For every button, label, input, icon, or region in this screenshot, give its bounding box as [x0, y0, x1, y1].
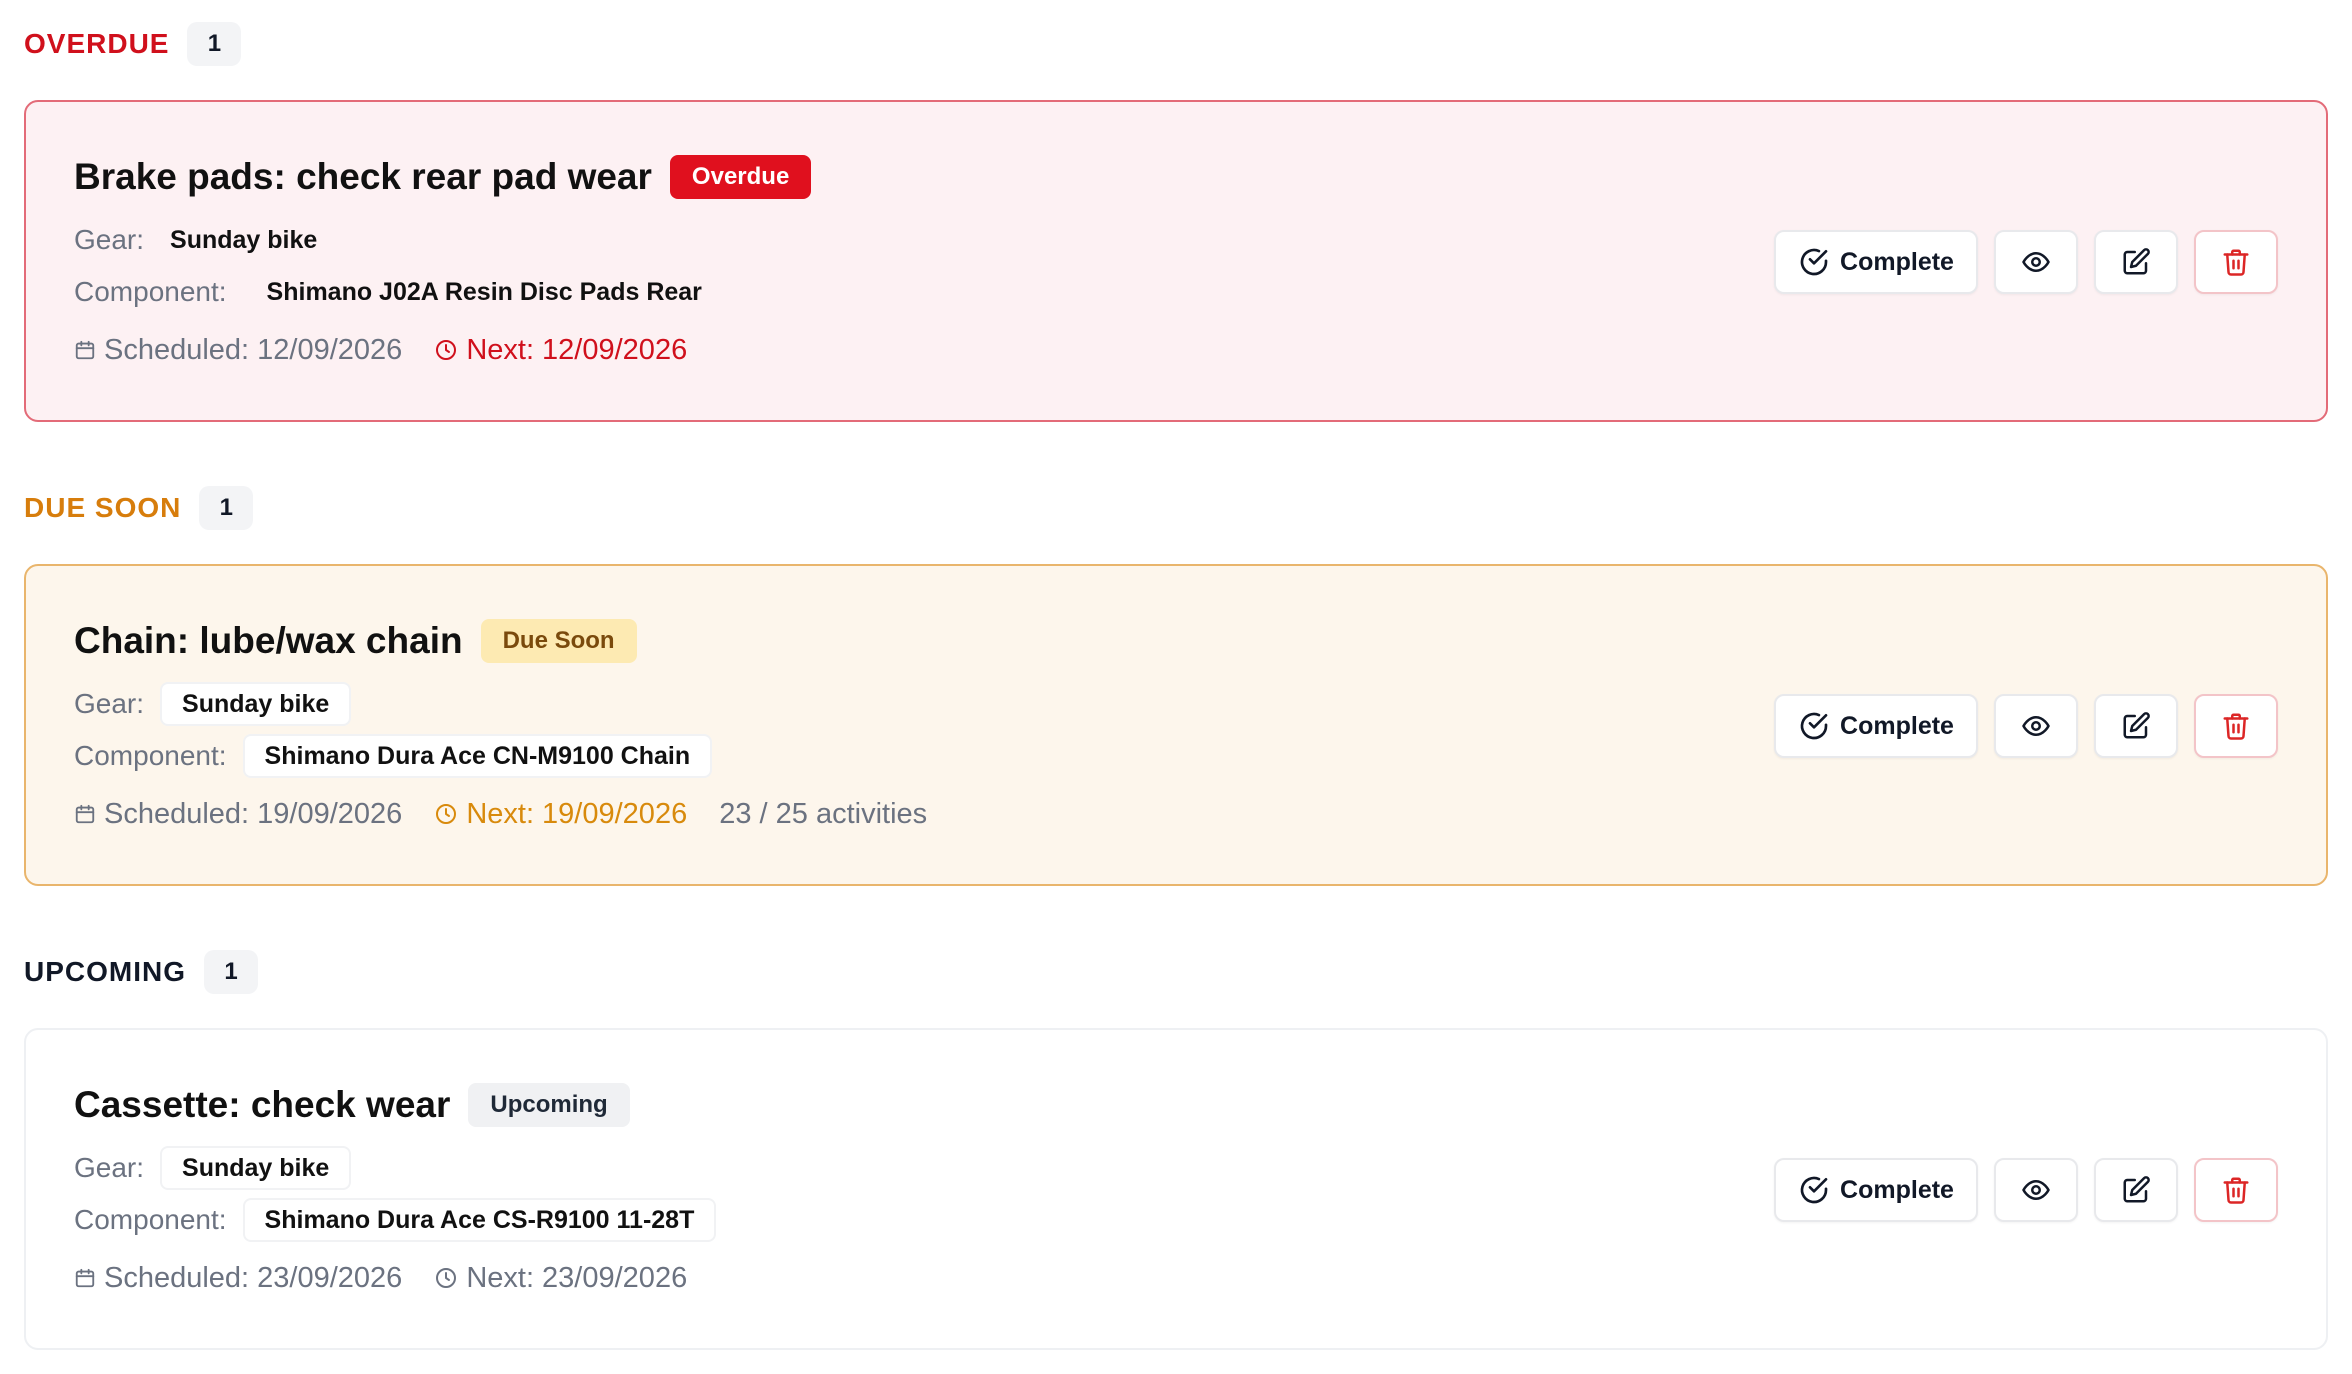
component-chip: Shimano Dura Ace CS-R9100 11-28T	[242, 1198, 717, 1242]
scheduled-date: Scheduled: 23/09/2026	[74, 1262, 402, 1295]
task-title-row: Brake pads: check rear pad wear Overdue	[74, 154, 812, 200]
task-actions: Complete	[1758, 230, 2278, 294]
component-chip: Shimano Dura Ace CN-M9100 Chain	[242, 734, 713, 778]
view-button[interactable]	[1994, 1158, 2078, 1222]
component-row: Component: Shimano Dura Ace CN-M9100 Cha…	[74, 734, 959, 778]
component-label: Component:	[74, 276, 227, 307]
task-card: Brake pads: check rear pad wear Overdue …	[24, 100, 2328, 422]
task-title-row: Cassette: check wear Upcoming	[74, 1082, 719, 1128]
next-text: Next: 19/09/2026	[466, 797, 688, 830]
section-due-soon: DUE SOON 1 Chain: lube/wax chain Due Soo…	[24, 486, 2328, 886]
next-text: Next: 12/09/2026	[466, 333, 688, 366]
gear-row: Gear: Sunday bike	[74, 1146, 719, 1190]
task-card: Cassette: check wear Upcoming Gear: Sund…	[24, 1028, 2328, 1350]
task-actions: Complete	[1758, 694, 2278, 758]
check-circle-icon	[1800, 1176, 1828, 1204]
gear-label: Gear:	[74, 688, 145, 719]
gear-chip: Sunday bike	[170, 225, 318, 254]
section-title: DUE SOON	[24, 492, 182, 523]
schedule-row: Scheduled: 12/09/2026 Next: 12/09/2026	[74, 328, 811, 372]
complete-button[interactable]: Complete	[1774, 230, 1978, 294]
calendar-icon	[75, 804, 95, 824]
check-circle-icon	[1800, 248, 1828, 276]
gear-chip: Sunday bike	[160, 682, 352, 726]
schedule-row: Scheduled: 19/09/2026 Next: 19/09/2026 2…	[74, 792, 959, 836]
complete-label: Complete	[1840, 1175, 1954, 1204]
edit-icon	[2123, 712, 2150, 739]
section-upcoming: UPCOMING 1 Cassette: check wear Upcoming…	[24, 950, 2328, 1350]
status-badge: Upcoming	[468, 1083, 630, 1127]
task-actions: Complete	[1758, 1158, 2278, 1222]
scheduled-date: Scheduled: 12/09/2026	[74, 334, 402, 367]
maintenance-page: OVERDUE 1 Brake pads: check rear pad wea…	[0, 0, 2352, 1374]
section-header: UPCOMING 1	[24, 950, 2328, 994]
component-label: Component:	[74, 1204, 227, 1235]
gear-label: Gear:	[74, 1152, 145, 1183]
edit-button[interactable]	[2094, 1158, 2178, 1222]
component-row: Component: Shimano J02A Resin Disc Pads …	[74, 270, 811, 314]
section-header: OVERDUE 1	[24, 22, 2328, 66]
next-text: Next: 23/09/2026	[466, 1261, 688, 1294]
eye-icon	[2022, 716, 2050, 736]
view-button[interactable]	[1994, 694, 2078, 758]
activities-count: 23 / 25 activities	[719, 797, 928, 830]
complete-label: Complete	[1840, 247, 1954, 276]
gear-row: Gear: Sunday bike	[74, 218, 811, 262]
edit-button[interactable]	[2094, 230, 2178, 294]
section-overdue: OVERDUE 1 Brake pads: check rear pad wea…	[24, 22, 2328, 422]
section-count-badge: 1	[199, 486, 254, 530]
task-title: Brake pads: check rear pad wear	[74, 156, 652, 197]
scheduled-text: Scheduled: 23/09/2026	[104, 1261, 403, 1294]
task-card-body: Chain: lube/wax chain Due Soon Gear: Sun…	[74, 618, 959, 836]
trash-icon	[2223, 1177, 2249, 1204]
clock-icon	[436, 1268, 457, 1288]
task-card-body: Cassette: check wear Upcoming Gear: Sund…	[74, 1082, 719, 1300]
trash-icon	[2223, 249, 2249, 276]
gear-row: Gear: Sunday bike	[74, 682, 959, 726]
gear-label: Gear:	[74, 224, 145, 255]
task-title-row: Chain: lube/wax chain Due Soon	[74, 618, 959, 664]
scheduled-text: Scheduled: 19/09/2026	[104, 797, 403, 830]
eye-icon	[2022, 252, 2050, 272]
component-chip: Shimano J02A Resin Disc Pads Rear	[266, 277, 702, 306]
complete-button[interactable]: Complete	[1774, 694, 1978, 758]
task-card: Chain: lube/wax chain Due Soon Gear: Sun…	[24, 564, 2328, 886]
edit-icon	[2123, 1176, 2150, 1203]
clock-icon	[436, 804, 457, 824]
complete-label: Complete	[1840, 711, 1954, 740]
task-title: Chain: lube/wax chain	[74, 620, 463, 661]
complete-button[interactable]: Complete	[1774, 1158, 1978, 1222]
delete-button[interactable]	[2194, 694, 2278, 758]
trash-icon	[2223, 713, 2249, 740]
calendar-icon	[75, 340, 95, 360]
status-badge: Overdue	[669, 155, 812, 199]
schedule-row: Scheduled: 23/09/2026 Next: 23/09/2026	[74, 1256, 719, 1300]
delete-button[interactable]	[2194, 230, 2278, 294]
section-count-badge: 1	[187, 22, 242, 66]
delete-button[interactable]	[2194, 1158, 2278, 1222]
task-card-body: Brake pads: check rear pad wear Overdue …	[74, 154, 812, 372]
next-date: Next: 23/09/2026	[434, 1262, 687, 1295]
section-count-badge: 1	[204, 950, 258, 994]
gear-chip: Sunday bike	[160, 1146, 352, 1190]
next-date: Next: 19/09/2026	[434, 798, 687, 831]
section-title: UPCOMING	[24, 956, 186, 987]
component-row: Component: Shimano Dura Ace CS-R9100 11-…	[74, 1198, 719, 1242]
calendar-icon	[75, 1268, 95, 1288]
section-title: OVERDUE	[24, 28, 170, 59]
check-circle-icon	[1800, 712, 1828, 740]
eye-icon	[2022, 1180, 2050, 1200]
scheduled-text: Scheduled: 12/09/2026	[104, 333, 403, 366]
clock-icon	[436, 340, 457, 360]
next-date: Next: 12/09/2026	[434, 334, 687, 367]
scheduled-date: Scheduled: 19/09/2026	[74, 798, 402, 831]
task-title: Cassette: check wear	[74, 1084, 451, 1125]
section-header: DUE SOON 1	[24, 486, 2328, 530]
edit-button[interactable]	[2094, 694, 2178, 758]
component-label: Component:	[74, 740, 227, 771]
view-button[interactable]	[1994, 230, 2078, 294]
edit-icon	[2123, 248, 2150, 275]
status-badge: Due Soon	[480, 619, 637, 663]
